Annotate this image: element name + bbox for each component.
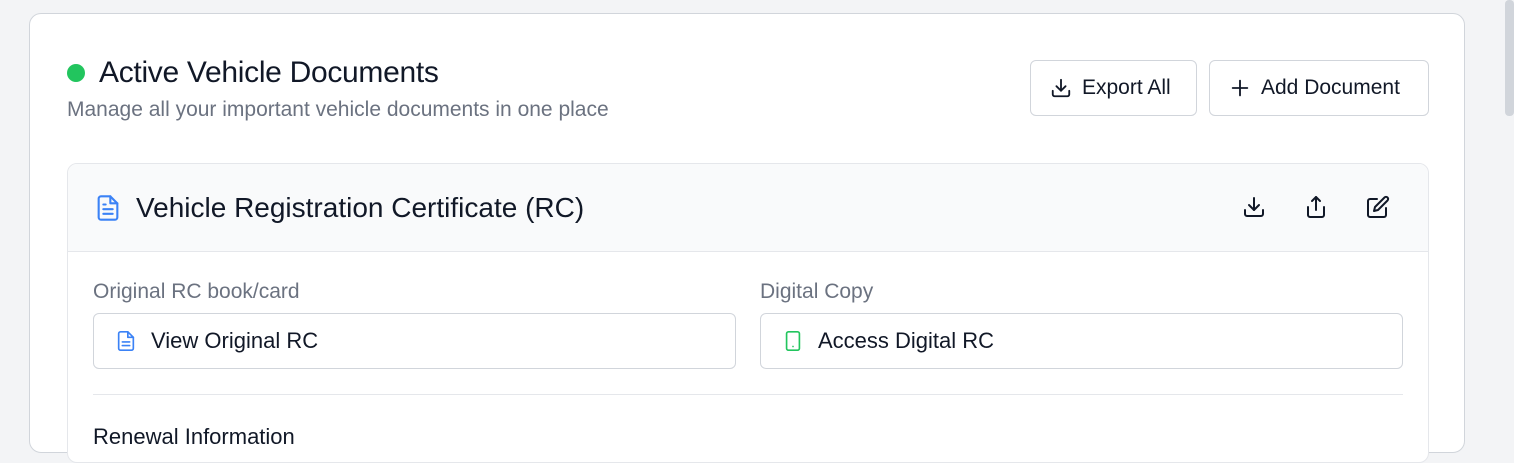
download-icon [1244,197,1264,217]
file-text-icon [97,195,119,221]
access-digital-rc-button[interactable]: Access Digital RC [760,313,1403,369]
view-original-rc-button[interactable]: View Original RC [93,313,736,369]
add-document-button[interactable]: Add Document [1209,60,1429,116]
view-original-rc-label: View Original RC [151,328,319,353]
rc-document-header: Vehicle Registration Certificate (RC) [68,164,1428,252]
export-all-label: Export All [1082,76,1171,99]
plus-icon [1231,79,1249,97]
section-divider [93,394,1403,395]
upload-icon [1307,196,1325,218]
download-icon [1051,78,1071,98]
digital-copy-label: Digital Copy [760,280,874,303]
edit-document-button[interactable] [1361,190,1395,224]
edit-icon [1367,195,1390,218]
access-digital-rc-label: Access Digital RC [818,328,995,353]
download-document-button[interactable] [1237,190,1271,224]
share-document-button[interactable] [1299,190,1333,224]
documents-card: Active Vehicle Documents Manage all your… [29,13,1465,463]
page-subtitle: Manage all your important vehicle docume… [67,98,609,121]
renewal-information-title: Renewal Information [93,424,295,449]
active-status-dot [67,64,85,82]
add-document-label: Add Document [1261,76,1400,99]
page-title: Active Vehicle Documents [99,56,439,89]
rc-document-title: Vehicle Registration Certificate (RC) [136,192,585,223]
page-scrollbar-thumb[interactable] [1505,0,1514,116]
export-all-button[interactable]: Export All [1030,60,1197,116]
smartphone-icon [785,331,801,351]
rc-document-card: Vehicle Registration Certificate (RC) Or… [67,163,1429,463]
file-text-icon [117,331,135,351]
original-rc-label: Original RC book/card [93,280,300,303]
